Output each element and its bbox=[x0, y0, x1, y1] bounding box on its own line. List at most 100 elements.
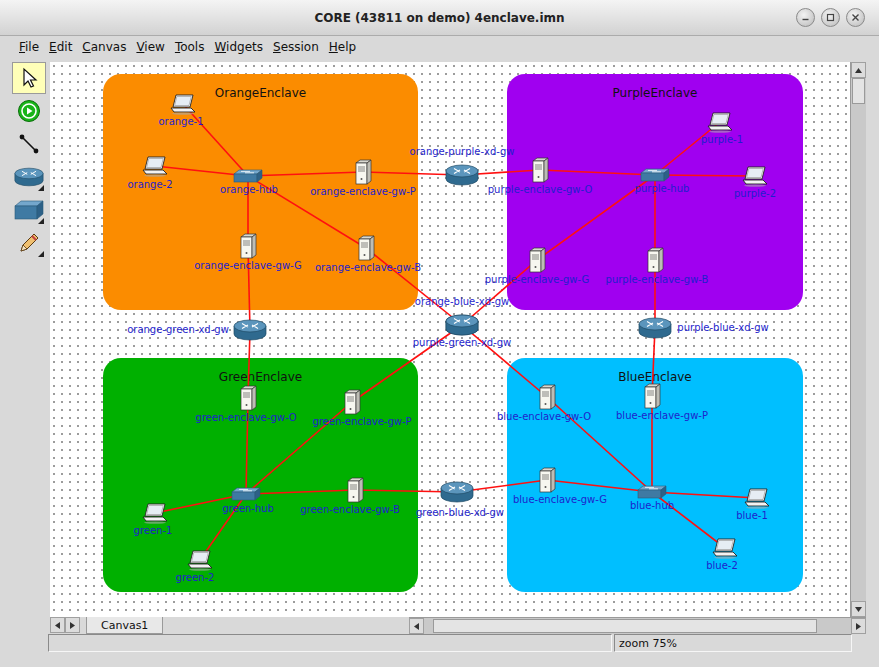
node-label: orange-enclave-gw-G bbox=[194, 260, 302, 272]
network-node[interactable] bbox=[643, 383, 661, 409]
scroll-track[interactable] bbox=[424, 618, 851, 634]
link-line[interactable] bbox=[462, 260, 537, 325]
title-bar: CORE (43811 on demo) 4enclave.imn bbox=[0, 0, 879, 36]
network-node[interactable] bbox=[531, 157, 549, 183]
network-node[interactable] bbox=[354, 159, 372, 185]
tab-right-button[interactable] bbox=[65, 617, 80, 633]
window-title: CORE (43811 on demo) 4enclave.imn bbox=[314, 11, 564, 25]
switch-tool-icon bbox=[14, 199, 44, 221]
minimize-button[interactable] bbox=[796, 8, 815, 27]
server-icon bbox=[646, 247, 664, 273]
enclave-area[interactable]: GreenEnclave bbox=[103, 358, 418, 592]
horizontal-scrollbar[interactable] bbox=[409, 617, 866, 634]
network-node[interactable] bbox=[233, 319, 267, 341]
link-line[interactable] bbox=[655, 122, 720, 175]
link-line[interactable] bbox=[248, 172, 363, 176]
node-label: orange-green-xd-gw bbox=[127, 324, 229, 336]
link-line[interactable] bbox=[246, 490, 355, 494]
network-node[interactable] bbox=[169, 93, 197, 115]
network-node[interactable] bbox=[538, 384, 556, 410]
minimize-icon bbox=[801, 13, 810, 22]
link-line[interactable] bbox=[183, 104, 248, 176]
network-node[interactable] bbox=[141, 155, 169, 177]
link-line[interactable] bbox=[352, 325, 462, 402]
network-node[interactable] bbox=[646, 247, 664, 273]
node-label: green-blue-xd-gw bbox=[416, 507, 504, 519]
network-node[interactable] bbox=[445, 164, 479, 186]
tool-bar bbox=[10, 62, 48, 634]
node-label: orange-blue-xd-gw bbox=[415, 296, 509, 308]
network-node[interactable] bbox=[346, 477, 364, 503]
network-node[interactable] bbox=[706, 111, 734, 133]
network-node[interactable] bbox=[637, 485, 667, 499]
canvas-tab[interactable]: Canvas1 bbox=[86, 617, 163, 634]
scroll-track[interactable] bbox=[851, 78, 866, 601]
maximize-button[interactable] bbox=[821, 8, 840, 27]
scroll-thumb[interactable] bbox=[852, 78, 865, 104]
network-node[interactable] bbox=[743, 487, 771, 509]
scroll-up-button[interactable] bbox=[851, 62, 866, 78]
menu-item[interactable]: Edit bbox=[44, 40, 77, 54]
tool-button[interactable] bbox=[12, 227, 46, 259]
node-label: purple-green-xd-gw bbox=[413, 337, 512, 349]
link-line[interactable] bbox=[366, 248, 462, 325]
menu-item[interactable]: Tools bbox=[170, 40, 210, 54]
scroll-right-button[interactable] bbox=[851, 618, 866, 634]
network-node[interactable] bbox=[711, 537, 739, 559]
tool-button[interactable] bbox=[12, 128, 46, 160]
start-icon bbox=[17, 99, 41, 123]
link-line[interactable] bbox=[248, 246, 250, 330]
link-line[interactable] bbox=[652, 492, 757, 498]
node-label: purple-hub bbox=[635, 183, 690, 195]
network-node[interactable] bbox=[445, 314, 479, 336]
server-icon bbox=[346, 477, 364, 503]
tool-button[interactable] bbox=[12, 194, 46, 226]
network-node[interactable] bbox=[640, 168, 670, 182]
canvas[interactable]: OrangeEnclavePurpleEnclaveGreenEnclaveBl… bbox=[50, 62, 850, 617]
menu-item[interactable]: Session bbox=[268, 40, 324, 54]
node-label: purple-1 bbox=[701, 134, 743, 146]
network-node[interactable] bbox=[141, 502, 169, 524]
scroll-thumb[interactable] bbox=[433, 619, 817, 633]
network-node[interactable] bbox=[186, 549, 214, 571]
close-button[interactable] bbox=[846, 8, 865, 27]
network-node[interactable] bbox=[233, 169, 263, 183]
menu-item[interactable]: Help bbox=[324, 40, 361, 54]
link-line[interactable] bbox=[462, 325, 547, 397]
menu-item[interactable]: View bbox=[131, 40, 169, 54]
menu-item[interactable]: Canvas bbox=[77, 40, 131, 54]
tool-button[interactable] bbox=[12, 161, 46, 193]
router-icon bbox=[638, 317, 672, 339]
switch-icon bbox=[233, 169, 263, 183]
link-line[interactable] bbox=[540, 170, 655, 175]
network-node[interactable] bbox=[357, 235, 375, 261]
canvas-tab-row: Canvas1 bbox=[50, 617, 866, 634]
link-line[interactable] bbox=[547, 480, 652, 492]
arrow-right-icon bbox=[68, 621, 77, 630]
network-node[interactable] bbox=[638, 317, 672, 339]
network-node[interactable] bbox=[343, 389, 361, 415]
network-node[interactable] bbox=[239, 233, 257, 259]
core-window: CORE (43811 on demo) 4enclave.imn FileEdi… bbox=[0, 0, 879, 667]
network-node[interactable] bbox=[239, 385, 257, 411]
switch-icon bbox=[637, 485, 667, 499]
network-node[interactable] bbox=[741, 165, 769, 187]
network-node[interactable] bbox=[231, 487, 261, 501]
network-node[interactable] bbox=[538, 467, 556, 493]
vertical-scrollbar[interactable] bbox=[850, 62, 866, 617]
link-line[interactable] bbox=[655, 175, 755, 176]
network-node[interactable] bbox=[440, 481, 474, 503]
menu-bar: FileEditCanvasViewToolsWidgetsSessionHel… bbox=[0, 36, 879, 58]
switch-icon bbox=[231, 487, 261, 501]
tab-left-button[interactable] bbox=[50, 617, 65, 633]
network-node[interactable] bbox=[528, 247, 546, 273]
menu-item[interactable]: Widgets bbox=[209, 40, 268, 54]
scroll-down-button[interactable] bbox=[851, 601, 866, 617]
tool-button[interactable] bbox=[12, 62, 46, 94]
scroll-left-button[interactable] bbox=[409, 618, 424, 634]
link-icon bbox=[17, 132, 41, 156]
menu-item[interactable]: File bbox=[14, 40, 44, 54]
main-area: OrangeEnclavePurpleEnclaveGreenEnclaveBl… bbox=[0, 62, 879, 634]
tool-button[interactable] bbox=[12, 95, 46, 127]
node-label: orange-enclave-gw-P bbox=[310, 186, 416, 198]
